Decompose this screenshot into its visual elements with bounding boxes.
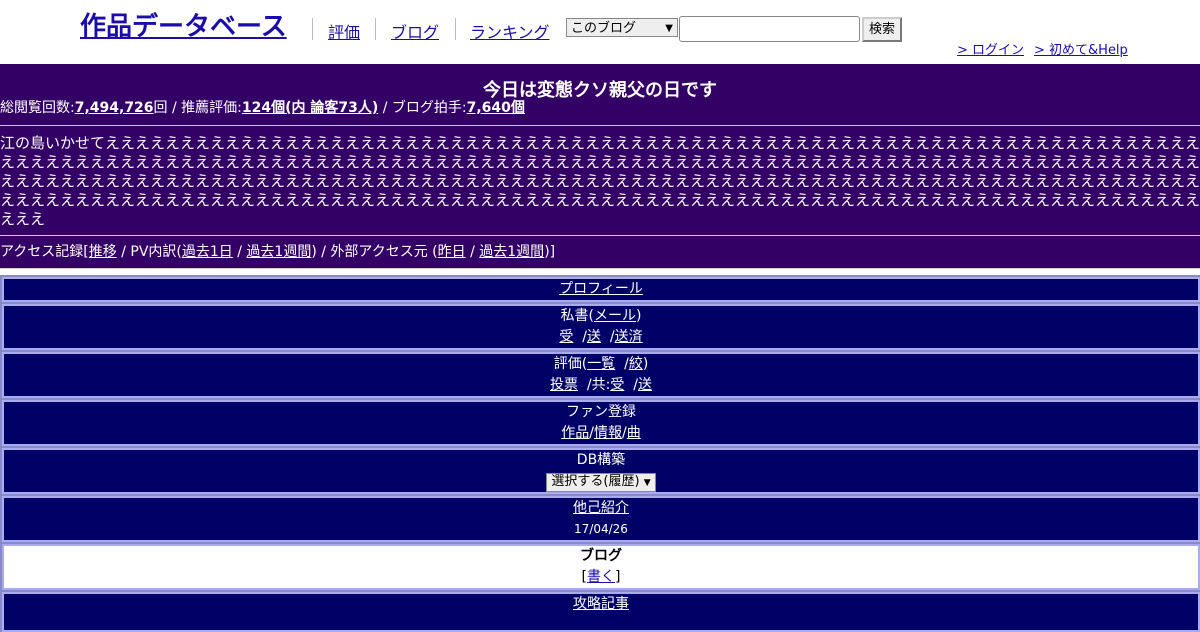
db-select-value: 選択する(履歴) — [551, 474, 640, 489]
pv-label: / PV内訳( — [116, 244, 182, 260]
rating-list-link[interactable]: 一覧 — [587, 356, 615, 372]
site-header: 作品データベース 評価 ブログ ランキング このブログ ▼ 検索 > ログイン >… — [0, 0, 1200, 64]
rating-recv-link[interactable]: 受 — [610, 377, 624, 393]
intro-link[interactable]: 他己紹介 — [573, 500, 629, 516]
nav-rating-link[interactable]: 評価 — [328, 19, 360, 43]
external-day-link[interactable]: 昨日 — [438, 244, 466, 260]
pv-day-link[interactable]: 過去1日 — [182, 244, 233, 260]
blog-header: 今日は変態クソ親父の日です 総閲覧回数:7,494,726回 / 推薦評価:12… — [0, 64, 1200, 269]
rating-label: 評価( — [553, 356, 588, 372]
secretary-box: 私書(メール) 受 /送 /送済 — [2, 304, 1200, 350]
secretary-label: 私書( — [560, 308, 594, 324]
clap-label: / ブログ拍手: — [378, 100, 467, 116]
shared-label: /共: — [586, 377, 611, 393]
fan-box: ファン登録 作品/情報/曲 — [2, 400, 1200, 446]
recommend-count-link[interactable]: 124個(内 論客73人) — [242, 100, 378, 116]
access-end: )] — [544, 244, 556, 260]
views-count-link[interactable]: 7,494,726 — [75, 100, 154, 116]
db-history-select[interactable]: 選択する(履歴) ▼ — [546, 473, 656, 492]
search-scope-select[interactable]: このブログ ▼ — [566, 18, 678, 37]
rating-box: 評価(一覧 /絞) 投票 /共:受 /送 — [2, 352, 1200, 398]
clap-count-link[interactable]: 7,640個 — [467, 100, 525, 116]
search-input[interactable] — [679, 16, 860, 42]
pv-week-link[interactable]: 過去1週間 — [246, 244, 311, 260]
profile-box: プロフィール — [2, 277, 1200, 302]
nav-divider — [455, 18, 456, 40]
login-link[interactable]: > ログイン — [957, 39, 1024, 58]
dropdown-arrow-icon: ▼ — [643, 478, 651, 488]
blog-box: ブログ [書く] — [2, 544, 1200, 590]
rating-send-link[interactable]: 送 — [638, 377, 652, 393]
views-unit: 回 / 推薦評価: — [153, 100, 242, 116]
help-link[interactable]: > 初めて&Help — [1034, 39, 1128, 58]
nav-ranking-link[interactable]: ランキング — [470, 19, 550, 43]
external-week-link[interactable]: 過去1週間 — [479, 244, 544, 260]
nav-divider — [375, 18, 376, 40]
mail-sent-link[interactable]: 送済 — [615, 329, 643, 345]
fan-music-link[interactable]: 曲 — [627, 425, 641, 441]
access-record: アクセス記録[推移 / PV内訳(過去1日 / 過去1週間) / 外部アクセス元… — [0, 236, 1200, 269]
db-label: DB構築 — [576, 452, 626, 468]
search-button[interactable]: 検索 — [862, 17, 902, 42]
access-label: アクセス記録[ — [0, 244, 89, 260]
paren: ) — [636, 308, 642, 324]
site-title-link[interactable]: 作品データベース — [80, 6, 287, 43]
vote-link[interactable]: 投票 — [550, 377, 578, 393]
dropdown-arrow-icon: ▼ — [665, 23, 673, 34]
fan-works-link[interactable]: 作品 — [561, 425, 589, 441]
blog-label: ブログ — [580, 548, 622, 564]
nav-blog-link[interactable]: ブログ — [391, 19, 439, 43]
paren: ) — [642, 356, 649, 372]
access-trend-link[interactable]: 推移 — [89, 244, 117, 260]
external-label: ) / 外部アクセス元 ( — [311, 244, 438, 260]
blog-title: 今日は変態クソ親父の日です — [483, 80, 717, 101]
strategy-link[interactable]: 攻略記事 — [573, 596, 629, 612]
mail-link[interactable]: メール — [594, 308, 636, 324]
intro-box: 他己紹介 17/04/26 — [2, 496, 1200, 542]
strategy-box: 攻略記事 — [2, 592, 1200, 632]
intro-date: 17/04/26 — [574, 522, 628, 536]
separator: / — [232, 244, 247, 260]
mail-inbox-link[interactable]: 受 — [559, 329, 573, 345]
fan-info-link[interactable]: 情報 — [594, 425, 622, 441]
db-box: DB構築 選択する(履歴) ▼ — [2, 448, 1200, 494]
fan-label: ファン登録 — [566, 404, 636, 420]
blog-description: 江の島いかせてえええええええええええええええええええええええええええええええええ… — [0, 134, 1200, 228]
profile-link[interactable]: プロフィール — [559, 281, 643, 297]
write-blog-link[interactable]: 書く — [587, 569, 615, 585]
views-label: 総閲覧回数: — [0, 100, 75, 116]
separator: / — [465, 244, 480, 260]
nav-divider — [312, 18, 313, 40]
search-scope-value: このブログ — [571, 21, 637, 36]
side-panel: プロフィール 私書(メール) 受 /送 /送済 評価(一覧 /絞) 投票 /共:… — [0, 275, 1200, 632]
mail-send-link[interactable]: 送 — [587, 329, 601, 345]
rating-filter-link[interactable]: 絞 — [629, 356, 643, 372]
